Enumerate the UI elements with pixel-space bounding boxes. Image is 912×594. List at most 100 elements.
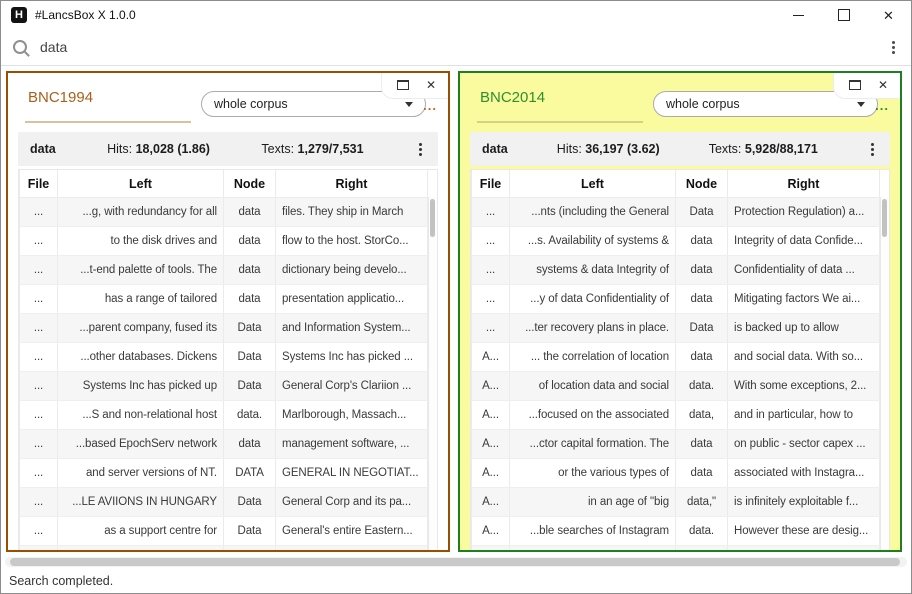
column-header-right[interactable]: Right xyxy=(276,170,428,198)
right-context-cell[interactable]: Mitigating factors We ai... xyxy=(728,285,880,314)
concordance-row[interactable]: ... ...s. Availability of systems & data… xyxy=(472,227,880,256)
concordance-row[interactable]: ... ...based EpochServ network data mana… xyxy=(20,430,428,459)
node-cell[interactable]: data xyxy=(224,285,276,314)
file-cell[interactable]: ... xyxy=(20,430,58,459)
scrollbar-thumb[interactable] xyxy=(430,199,435,237)
search-input[interactable] xyxy=(38,38,888,56)
concordance-row[interactable]: A... ...of the location... and social da… xyxy=(472,546,880,551)
right-context-cell[interactable]: management software, ... xyxy=(276,430,428,459)
left-context-cell[interactable]: ...ctor capital formation. The xyxy=(510,430,676,459)
right-context-cell[interactable]: GENERAL IN NEGOTIAT... xyxy=(276,459,428,488)
concordance-row[interactable]: A... or the various types of data associ… xyxy=(472,459,880,488)
file-cell[interactable]: A... xyxy=(472,372,510,401)
left-context-cell[interactable]: or the various types of xyxy=(510,459,676,488)
file-cell[interactable]: ... xyxy=(20,488,58,517)
node-cell[interactable]: Data xyxy=(224,314,276,343)
node-cell[interactable]: data xyxy=(676,227,728,256)
node-cell[interactable]: data xyxy=(224,430,276,459)
concordance-row[interactable]: ... ...t-end palette of tools. The data … xyxy=(20,256,428,285)
file-cell[interactable]: ... xyxy=(20,256,58,285)
node-cell[interactable]: DATA xyxy=(224,459,276,488)
scrollbar-thumb[interactable] xyxy=(10,558,900,566)
concordance-row[interactable]: ... Systems Inc has picked up Data Gener… xyxy=(20,372,428,401)
right-context-cell[interactable]: and in particular, how to xyxy=(728,401,880,430)
column-header-node[interactable]: Node xyxy=(676,170,728,198)
right-context-cell[interactable]: and Information System... xyxy=(276,314,428,343)
left-context-cell[interactable]: ...of the location... and social xyxy=(510,546,676,551)
node-cell[interactable]: Data xyxy=(224,343,276,372)
concordance-row[interactable]: ... ...y of data Confidentiality of data… xyxy=(472,285,880,314)
node-cell[interactable]: Data xyxy=(224,517,276,546)
minimize-button[interactable] xyxy=(776,1,821,29)
left-context-cell[interactable]: ...other databases. Dickens xyxy=(58,343,224,372)
node-cell[interactable]: data xyxy=(676,546,728,551)
concordance-row[interactable]: ... ...by the PHARE criteria is Data Gen… xyxy=(20,546,428,551)
concordance-row[interactable]: ... systems & data Integrity of data Con… xyxy=(472,256,880,285)
column-header-right[interactable]: Right xyxy=(728,170,880,198)
file-cell[interactable]: ... xyxy=(20,401,58,430)
column-header-left[interactable]: Left xyxy=(58,170,224,198)
left-context-cell[interactable]: ...y of data Confidentiality of xyxy=(510,285,676,314)
right-context-cell[interactable]: and social data. With so... xyxy=(728,343,880,372)
right-context-cell[interactable]: However these are desig... xyxy=(728,517,880,546)
table-vertical-scrollbar[interactable] xyxy=(880,197,889,550)
left-context-cell[interactable]: as a support centre for xyxy=(58,517,224,546)
left-context-cell[interactable]: ...LE AVIIONS IN HUNGARY xyxy=(58,488,224,517)
right-context-cell[interactable]: Systems Inc has picked ... xyxy=(276,343,428,372)
file-cell[interactable]: ... xyxy=(20,198,58,227)
left-context-cell[interactable]: systems & data Integrity of xyxy=(510,256,676,285)
concordance-row[interactable]: ... ...other databases. Dickens Data Sys… xyxy=(20,343,428,372)
concordance-row[interactable]: ... ...parent company, fused its Data an… xyxy=(20,314,428,343)
left-context-cell[interactable]: ... the correlation of location xyxy=(510,343,676,372)
table-vertical-scrollbar[interactable] xyxy=(428,197,437,550)
left-context-cell[interactable]: ...S and non-relational host xyxy=(58,401,224,430)
right-context-cell[interactable]: is infinitely exploitable f... xyxy=(728,488,880,517)
file-cell[interactable]: A... xyxy=(472,459,510,488)
node-cell[interactable]: data xyxy=(676,459,728,488)
file-cell[interactable]: ... xyxy=(20,314,58,343)
concordance-row[interactable]: ... as a support centre for Data General… xyxy=(20,517,428,546)
right-context-cell[interactable]: General Corp and its pa... xyxy=(276,488,428,517)
concordance-row[interactable]: A... ...ctor capital formation. The data… xyxy=(472,430,880,459)
panel-maximize-button[interactable] xyxy=(397,80,409,90)
file-cell[interactable]: ... xyxy=(20,343,58,372)
node-cell[interactable]: Data xyxy=(224,488,276,517)
concordance-row[interactable]: A... ... the correlation of location dat… xyxy=(472,343,880,372)
file-cell[interactable]: A... xyxy=(472,546,510,551)
right-context-cell[interactable]: files. They ship in March xyxy=(276,198,428,227)
left-context-cell[interactable]: and server versions of NT. xyxy=(58,459,224,488)
node-cell[interactable]: data, xyxy=(676,401,728,430)
scrollbar-thumb[interactable] xyxy=(882,199,887,237)
right-context-cell[interactable]: presentation applicatio... xyxy=(276,285,428,314)
file-cell[interactable]: ... xyxy=(472,227,510,256)
panel-maximize-button[interactable] xyxy=(849,80,861,90)
right-context-cell[interactable]: on public - sector capex ... xyxy=(728,430,880,459)
file-cell[interactable]: ... xyxy=(472,314,510,343)
file-cell[interactable]: ... xyxy=(472,285,510,314)
column-header-left[interactable]: Left xyxy=(510,170,676,198)
right-context-cell[interactable]: With some exceptions, 2... xyxy=(728,372,880,401)
file-cell[interactable]: A... xyxy=(472,517,510,546)
left-context-cell[interactable]: ...s. Availability of systems & xyxy=(510,227,676,256)
file-cell[interactable]: ... xyxy=(472,256,510,285)
right-context-cell[interactable]: flow to the host. StorCo... xyxy=(276,227,428,256)
file-cell[interactable]: A... xyxy=(472,488,510,517)
stats-menu-button[interactable] xyxy=(867,139,878,160)
left-context-cell[interactable]: ...ter recovery plans in place. xyxy=(510,314,676,343)
file-cell[interactable]: A... xyxy=(472,401,510,430)
titlebar[interactable]: H #LancsBox X 1.0.0 ✕ xyxy=(1,1,911,29)
node-cell[interactable]: data xyxy=(676,256,728,285)
concordance-row[interactable]: A... ...ble searches of Instagram data. … xyxy=(472,517,880,546)
file-cell[interactable]: ... xyxy=(20,546,58,551)
right-context-cell[interactable]: dictionary being develo... xyxy=(276,256,428,285)
file-cell[interactable]: ... xyxy=(20,372,58,401)
concordance-row[interactable]: ... to the disk drives and data flow to … xyxy=(20,227,428,256)
concordance-row[interactable]: ... and server versions of NT. DATA GENE… xyxy=(20,459,428,488)
concordance-row[interactable]: A... ...focused on the associated data, … xyxy=(472,401,880,430)
node-cell[interactable]: data," xyxy=(676,488,728,517)
node-cell[interactable]: Data xyxy=(224,546,276,551)
right-context-cell[interactable]: Integrity of data Confide... xyxy=(728,227,880,256)
file-cell[interactable]: ... xyxy=(20,285,58,314)
column-header-node[interactable]: Node xyxy=(224,170,276,198)
left-context-cell[interactable]: ...based EpochServ network xyxy=(58,430,224,459)
